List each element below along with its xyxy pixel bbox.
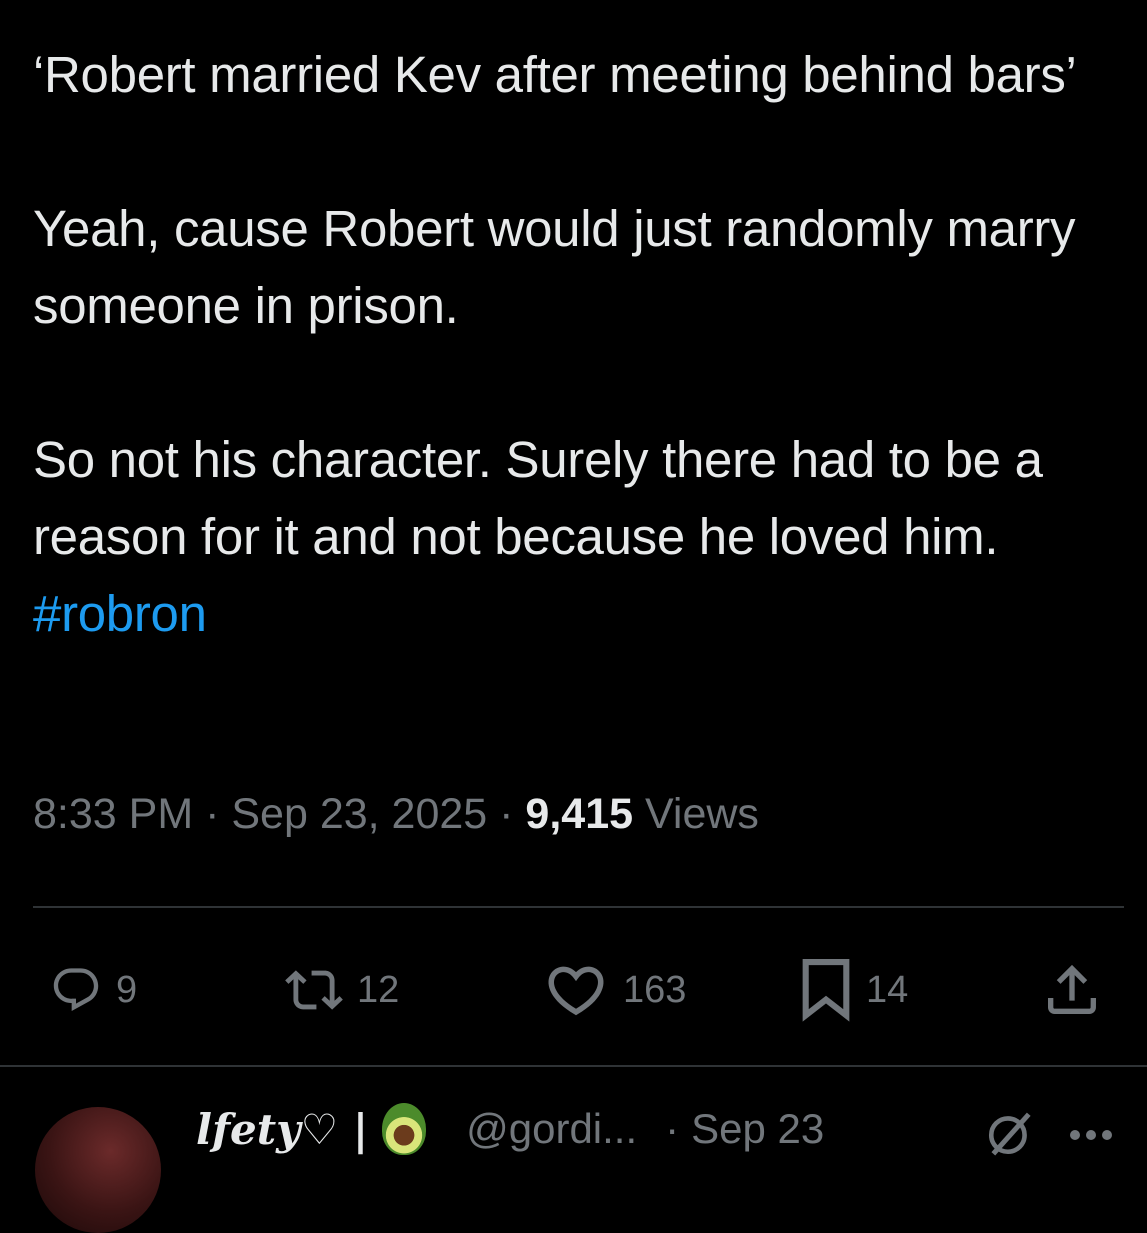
grok-icon[interactable] [985, 1108, 1035, 1163]
reply-separator: · [665, 1105, 680, 1152]
like-icon [543, 957, 609, 1023]
views-count: 9,415 [525, 790, 634, 838]
tweet-paragraph-1: ‘Robert married Kev after meeting behind… [33, 46, 1077, 103]
reply-count: 9 [116, 968, 138, 1011]
reply-icon [50, 964, 102, 1016]
bookmark-icon [800, 957, 852, 1023]
share-icon [1040, 958, 1104, 1022]
meta-separator: · [193, 790, 232, 838]
share-button[interactable] [1040, 955, 1104, 1025]
tweet-paragraph-3-text: So not his character. Surely there had t… [33, 431, 1043, 565]
reply-display-name[interactable]: lfety♡ | [196, 1105, 368, 1154]
avocado-emoji-icon [382, 1103, 427, 1155]
hashtag-link[interactable]: #robron [33, 585, 207, 642]
repost-icon [285, 961, 343, 1019]
more-icon[interactable] [1068, 1128, 1114, 1147]
repost-button[interactable]: 12 [285, 955, 399, 1025]
avatar[interactable] [35, 1107, 161, 1233]
tweet-time[interactable]: 8:33 PM [33, 790, 193, 838]
meta-separator: · [487, 790, 526, 838]
like-count: 163 [623, 968, 687, 1011]
tweet-date[interactable]: Sep 23, 2025 [231, 790, 487, 838]
like-button[interactable]: 163 [543, 955, 686, 1025]
repost-count: 12 [357, 968, 400, 1011]
reply-button[interactable]: 9 [50, 955, 137, 1025]
divider [0, 1065, 1147, 1067]
tweet-paragraph-3: So not his character. Surely there had t… [33, 421, 1123, 652]
views-label: Views [644, 790, 759, 838]
reply-header: lfety♡ | @gordi... · Sep 23 [196, 1103, 824, 1155]
tweet-paragraph-2: Yeah, cause Robert would just randomly m… [33, 200, 1076, 334]
divider [33, 906, 1124, 908]
reply-date[interactable]: Sep 23 [691, 1105, 824, 1153]
reply-handle[interactable]: @gordi... [466, 1105, 637, 1153]
bookmark-button[interactable]: 14 [800, 955, 908, 1025]
tweet-meta: 8:33 PM · Sep 23, 2025 · 9,415 Views [33, 790, 759, 839]
tweet-text: ‘Robert married Kev after meeting behind… [33, 36, 1123, 652]
bookmark-count: 14 [866, 968, 909, 1011]
